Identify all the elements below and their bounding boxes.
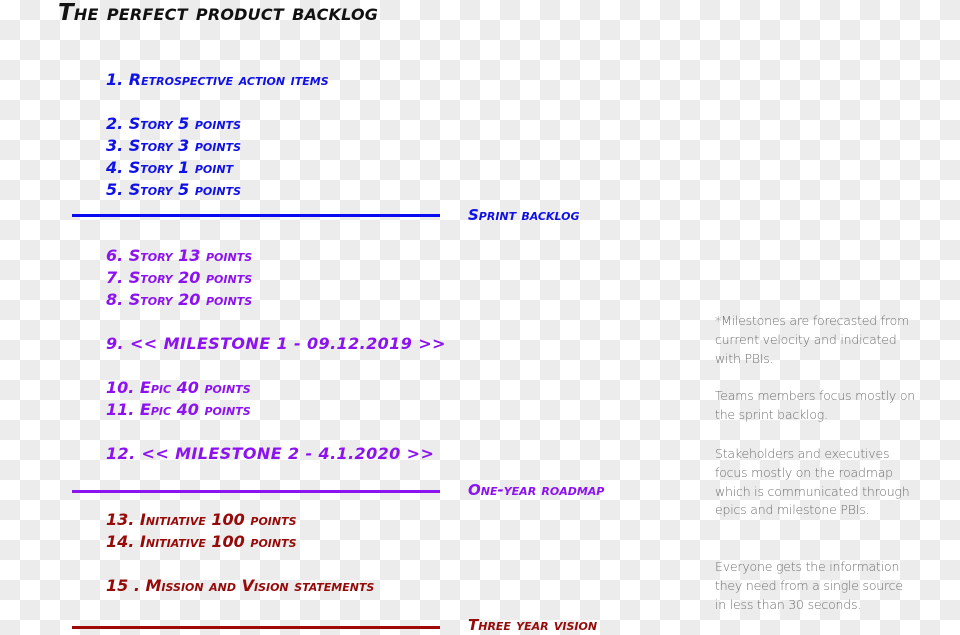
vision-divider	[72, 626, 440, 629]
backlog-item-story: 6. Story 13 points	[106, 246, 253, 265]
roadmap-label: One-year roadmap	[468, 481, 605, 499]
backlog-item-epic: 11. Epic 40 points	[106, 400, 251, 419]
sprint-backlog-label: Sprint backlog	[468, 206, 580, 224]
backlog-item-milestone: 9. << MILESTONE 1 - 09.12.2019 >>	[106, 334, 446, 353]
backlog-item-story: 8. Story 20 points	[106, 290, 253, 309]
sprint-backlog-divider	[72, 214, 440, 217]
vision-label: Three year vision	[468, 616, 598, 634]
backlog-item-story: 7. Story 20 points	[106, 268, 253, 287]
page-title: The perfect product backlog	[58, 0, 379, 26]
note-stakeholders: Stakeholders and executives focus mostly…	[715, 446, 910, 518]
note-everyone: Everyone gets the information they need …	[715, 559, 903, 612]
backlog-item-retrospective: 1. Retrospective action items	[106, 70, 329, 89]
backlog-item-milestone: 12. << MILESTONE 2 - 4.1.2020 >>	[106, 444, 435, 463]
roadmap-divider	[72, 490, 440, 493]
backlog-item-epic: 10. Epic 40 points	[106, 378, 251, 397]
backlog-item-story: 3. Story 3 points	[106, 136, 241, 155]
backlog-item-story: 5. Story 5 points	[106, 180, 241, 199]
backlog-item-initiative: 13. Initiative 100 points	[106, 510, 297, 529]
backlog-item-story: 2. Story 5 points	[106, 114, 241, 133]
backlog-item-story: 4. Story 1 point	[106, 158, 234, 177]
note-teams: Teams members focus mostly on the sprint…	[715, 388, 915, 422]
note-milestones: *Milestones are forecasted from current …	[715, 313, 910, 366]
backlog-item-mission-vision: 15 . Mission and Vision statements	[106, 576, 375, 595]
backlog-item-initiative: 14. Initiative 100 points	[106, 532, 297, 551]
